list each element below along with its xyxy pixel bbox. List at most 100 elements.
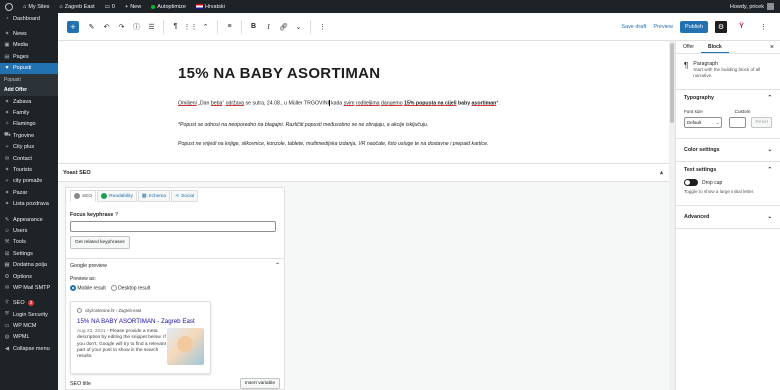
- desktop-result-radio[interactable]: Desktop result: [110, 285, 150, 291]
- sidebar-item-pazar[interactable]: ✦ Pazar: [0, 187, 58, 198]
- paragraph-block[interactable]: *Popust se odnosi na neoporedno na blaga…: [178, 122, 428, 128]
- sidebar-item-options[interactable]: ⚙ Options: [0, 271, 58, 282]
- submenu-item[interactable]: Popusti: [0, 75, 58, 85]
- typography-header[interactable]: Typography ⌃: [684, 95, 772, 101]
- my-sites-label: My Sites: [28, 3, 50, 10]
- more-options-icon[interactable]: ⋮: [317, 21, 329, 33]
- preview-button[interactable]: Preview: [653, 24, 673, 30]
- edit-pencil-icon[interactable]: ✎: [86, 21, 98, 33]
- sidebar-item-family[interactable]: ✦ Family: [0, 107, 58, 118]
- move-up-down-icon[interactable]: ⌃: [200, 21, 212, 33]
- redo-icon[interactable]: ↷: [116, 21, 128, 33]
- sidebar-item-wp-mail-smtp[interactable]: ✉ WP Mail SMTP: [0, 282, 58, 293]
- sidebar-item-tools[interactable]: ⚒ Tools: [0, 237, 58, 248]
- text-settings-header[interactable]: Text settings ⌃: [684, 167, 772, 173]
- language-menu[interactable]: Hrvatski: [191, 0, 230, 13]
- advanced-panel[interactable]: Advanced ⌄: [676, 206, 780, 229]
- paragraph-block-icon[interactable]: ¶: [170, 21, 182, 33]
- yoast-metabox-header[interactable]: Yoast SEO ▴: [58, 163, 669, 182]
- sidebar-item-collapse-menu[interactable]: ◀ Collapse menu: [0, 343, 58, 354]
- tab-social[interactable]: ⋖ Social: [171, 190, 199, 202]
- site-name-menu[interactable]: ⌂ Zagreb East: [54, 0, 99, 13]
- sidebar-item-flamingo[interactable]: ✧ Flamingo: [0, 119, 58, 130]
- tab-block[interactable]: Block: [701, 41, 729, 53]
- close-icon[interactable]: ×: [770, 41, 774, 53]
- submenu-item[interactable]: Add Offer: [0, 85, 58, 95]
- paragraph-text: kada: [329, 100, 344, 107]
- bold-button[interactable]: B: [248, 21, 260, 33]
- insert-variable-button[interactable]: Insert variable: [239, 378, 280, 389]
- sidebar-item-pages[interactable]: ▤ Pages: [0, 51, 58, 62]
- sidebar-item-wp-mcm[interactable]: ▭ WP MCM: [0, 320, 58, 331]
- color-settings-panel[interactable]: Color settings ⌄: [676, 139, 780, 162]
- details-info-icon[interactable]: ⓘ: [131, 21, 143, 33]
- sidebar-item-lista-pozdrava[interactable]: ✦ Lista pozdrava: [0, 198, 58, 209]
- post-title[interactable]: 15% NA BABY ASORTIMAN: [178, 65, 380, 82]
- sidebar-item-settings[interactable]: ⊞ Settings: [0, 248, 58, 259]
- tab-offer[interactable]: Offer: [676, 41, 701, 53]
- text-settings-panel: Text settings ⌃ Drop cap Toggle to show a…: [676, 162, 780, 206]
- paragraph-block[interactable]: Omiljeni „Dan beba“ održava se sutra, 24…: [178, 100, 500, 106]
- tab-schema[interactable]: ▦ Schema: [137, 190, 171, 202]
- sidebar-item-popusti[interactable]: ♥ Popusti: [0, 62, 58, 74]
- sidebar-item-login-security[interactable]: ⛨ Login Security: [0, 309, 58, 320]
- list-view-icon[interactable]: ☰: [146, 21, 158, 33]
- tab-seo[interactable]: SEO: [70, 190, 97, 202]
- settings-icon: ⊞: [4, 250, 10, 257]
- sidebar-item-zabava[interactable]: ✦ Zabava: [0, 96, 58, 107]
- autoptimize-menu[interactable]: Autoptimize: [146, 0, 191, 13]
- align-left-icon[interactable]: ≡: [224, 21, 236, 33]
- reset-button[interactable]: Reset: [751, 117, 772, 128]
- undo-icon[interactable]: ↶: [101, 21, 113, 33]
- sidebar-item-contact[interactable]: ✉ Contact: [0, 153, 58, 164]
- more-formats-chevron-icon[interactable]: ⌄: [293, 21, 305, 33]
- schema-grid-icon: ▦: [141, 193, 147, 199]
- yoast-seo-icon[interactable]: Ÿ: [736, 21, 748, 33]
- more-tools-icon[interactable]: ⋮: [758, 21, 770, 33]
- wordpress-logo[interactable]: [0, 0, 18, 13]
- get-related-keyphrases-button[interactable]: Get related keyphrases: [70, 236, 130, 249]
- sidebar-item-wpml[interactable]: ◍ WPML: [0, 332, 58, 343]
- mobile-result-radio[interactable]: Mobile result: [70, 285, 106, 291]
- paragraph-text: *.: [496, 100, 500, 107]
- sidebar-item-seo[interactable]: Ÿ SEO 3: [0, 298, 58, 309]
- sidebar-item-city-plus[interactable]: + City plus: [0, 142, 58, 153]
- pin-icon: ✦: [4, 166, 10, 173]
- publish-button[interactable]: Publish: [679, 20, 708, 33]
- custom-size-input[interactable]: [729, 117, 747, 128]
- add-block-button[interactable]: +: [67, 20, 79, 33]
- font-size-select[interactable]: Default ⌄: [684, 117, 723, 128]
- block-description: Start with the building block of all nar…: [693, 67, 761, 78]
- help-icon[interactable]: ❓︎: [115, 212, 118, 218]
- sidebar-item-users[interactable]: ☺ Users: [0, 225, 58, 236]
- sidebar-item-media[interactable]: ▣ Media: [0, 40, 58, 51]
- sidebar-item-tourists[interactable]: ✦ Tourists: [0, 164, 58, 175]
- sidebar-item-label: Tourists: [13, 166, 32, 173]
- google-snippet-card[interactable]: cityzonterone.hr › Zagreb-east 15% NA BA…: [70, 301, 211, 374]
- account-menu[interactable]: Howdy, pricek: [730, 3, 780, 10]
- metabox-toggle-icon[interactable]: ▴: [660, 169, 663, 176]
- italic-button[interactable]: I: [263, 21, 275, 33]
- settings-gear-icon[interactable]: ⚙: [715, 20, 727, 33]
- sidebar-item-trgovine[interactable]: ⛟ Trgovine: [0, 130, 58, 141]
- link-icon[interactable]: 🔗︎: [278, 21, 290, 33]
- new-content-menu[interactable]: + New: [120, 0, 146, 13]
- focus-keyphrase-input[interactable]: [70, 221, 276, 232]
- sidebar-item-news[interactable]: ✦ News: [0, 28, 58, 39]
- sidebar-item-label: Appearance: [13, 216, 43, 223]
- move-handle-icon[interactable]: ⋮⋮: [184, 21, 198, 33]
- sidebar-item-dodatna-polja[interactable]: ▦ Dodatna polja: [0, 259, 58, 270]
- google-preview-header[interactable]: Google preview ⌃: [66, 258, 284, 272]
- paragraph-block[interactable]: Popust ne vrijedi na knjige, slikovnice,…: [178, 141, 488, 147]
- tab-readability[interactable]: Readability: [97, 190, 137, 202]
- sidebar-item-appearance[interactable]: ✎ Appearance: [0, 214, 58, 225]
- drop-cap-toggle[interactable]: [684, 179, 698, 186]
- save-draft-button[interactable]: Save draft: [621, 24, 646, 30]
- comments-menu[interactable]: ▭ 0: [100, 0, 120, 13]
- scrollbar-thumb[interactable]: [670, 43, 674, 123]
- howdy-label: Howdy, pricek: [729, 3, 764, 10]
- my-sites-menu[interactable]: ⌂ My Sites: [18, 0, 54, 13]
- sidebar-item-city-poma-e[interactable]: + city pomaže: [0, 176, 58, 187]
- sidebar-item-dashboard[interactable]: ◔ Dashboard: [0, 13, 58, 24]
- language-label: Hrvatski: [204, 3, 225, 10]
